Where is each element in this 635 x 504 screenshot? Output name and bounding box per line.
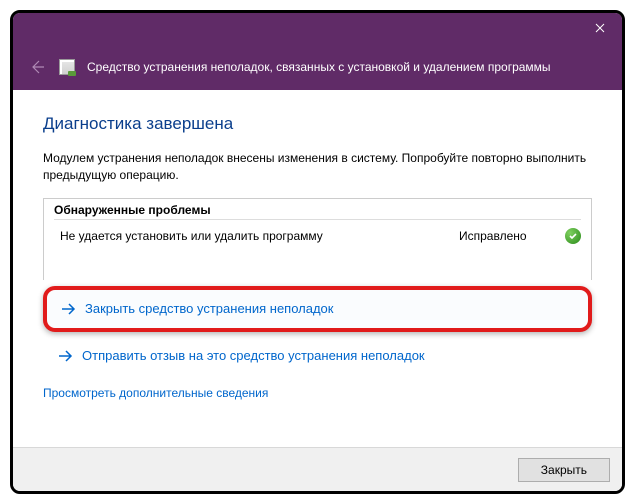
page-heading: Диагностика завершена bbox=[43, 114, 592, 134]
close-icon bbox=[595, 23, 605, 33]
close-troubleshooter-link[interactable]: Закрыть средство устранения неполадок bbox=[43, 286, 592, 332]
problems-header: Обнаруженные проблемы bbox=[54, 203, 581, 220]
footer-bar: Закрыть bbox=[13, 447, 622, 491]
problem-name: Не удается установить или удалить програ… bbox=[54, 229, 459, 243]
content-area: Диагностика завершена Модулем устранения… bbox=[13, 90, 622, 447]
close-troubleshooter-label: Закрыть средство устранения неполадок bbox=[85, 301, 333, 316]
titlebar bbox=[13, 13, 622, 43]
arrow-right-icon bbox=[56, 347, 74, 365]
problem-status: Исправлено bbox=[459, 229, 559, 243]
header-bar: Средство устранения неполадок, связанных… bbox=[13, 43, 622, 90]
view-details-link[interactable]: Просмотреть дополнительные сведения bbox=[43, 386, 268, 400]
check-icon bbox=[568, 231, 578, 241]
header-title: Средство устранения неполадок, связанных… bbox=[87, 60, 551, 74]
send-feedback-label: Отправить отзыв на это средство устранен… bbox=[82, 348, 425, 363]
status-fixed-icon bbox=[565, 228, 581, 244]
send-feedback-link[interactable]: Отправить отзыв на это средство устранен… bbox=[43, 336, 592, 376]
back-arrow-icon bbox=[29, 59, 45, 75]
page-subtext: Модулем устранения неполадок внесены изм… bbox=[43, 150, 592, 184]
window: Средство устранения неполадок, связанных… bbox=[10, 10, 625, 494]
app-icon bbox=[59, 59, 75, 75]
problem-row: Не удается установить или удалить програ… bbox=[54, 226, 581, 246]
back-button[interactable] bbox=[27, 57, 47, 77]
window-close-button[interactable] bbox=[577, 13, 622, 43]
close-button[interactable]: Закрыть bbox=[518, 458, 610, 482]
problems-panel: Обнаруженные проблемы Не удается установ… bbox=[43, 198, 592, 280]
arrow-right-icon bbox=[59, 300, 77, 318]
